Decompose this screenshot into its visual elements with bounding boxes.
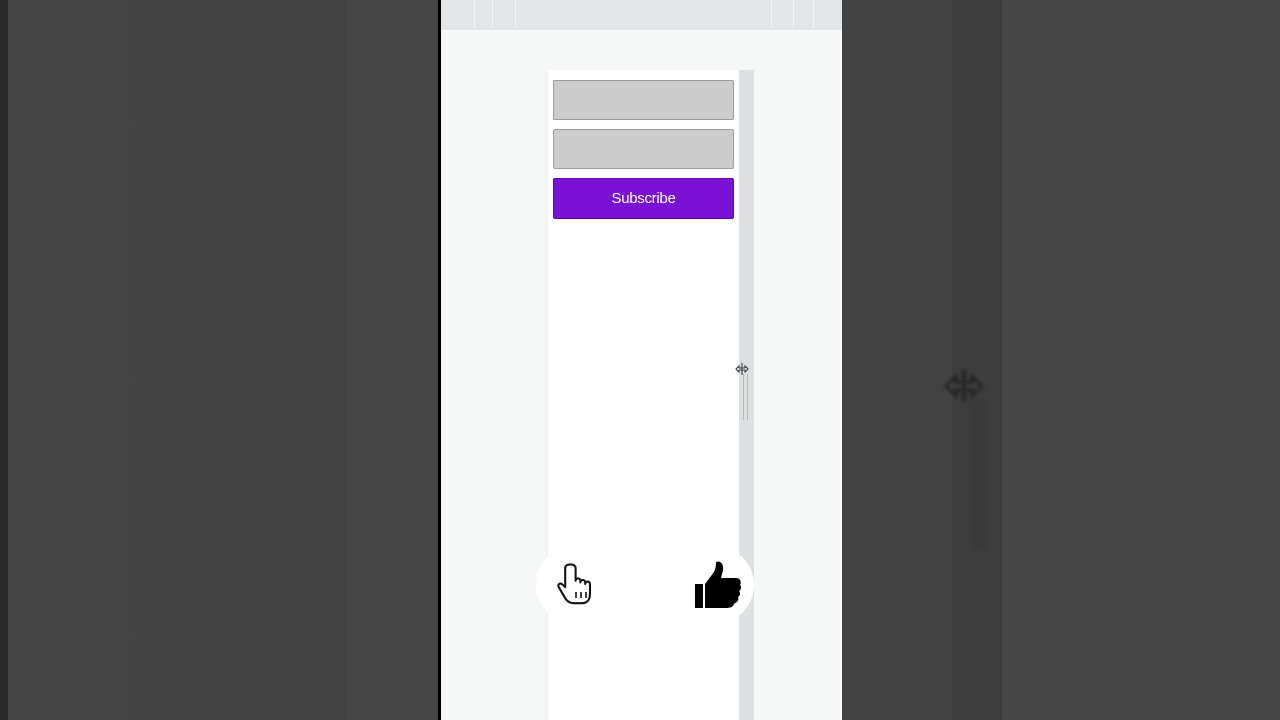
blurred-backdrop-right	[842, 0, 1280, 720]
toolbar-separator	[474, 0, 475, 28]
backdrop-edge	[0, 0, 8, 720]
name-input[interactable]	[553, 80, 734, 120]
hand-pointer-icon	[557, 563, 592, 605]
blurred-backdrop-left	[0, 0, 438, 720]
resize-handle[interactable]	[743, 374, 748, 420]
toolbar-separator	[813, 0, 814, 28]
thumbs-up-icon	[695, 561, 742, 608]
editor-toolbar	[441, 0, 842, 30]
video-frame: Subscribe	[0, 0, 1280, 720]
toolbar-separator	[492, 0, 493, 28]
toolbar-separator	[793, 0, 794, 28]
email-input[interactable]	[553, 129, 734, 169]
pointer-bubble	[536, 546, 614, 624]
subscribe-button[interactable]: Subscribe	[553, 178, 734, 219]
backdrop-band	[345, 0, 438, 720]
toolbar-separator	[515, 0, 516, 28]
editor-panel: Subscribe	[441, 0, 842, 720]
like-bubble	[676, 546, 754, 624]
backdrop-band	[1002, 0, 1280, 720]
toolbar-separator	[771, 0, 772, 28]
blurred-resize-bar	[970, 400, 986, 550]
backdrop-band	[952, 0, 1002, 720]
